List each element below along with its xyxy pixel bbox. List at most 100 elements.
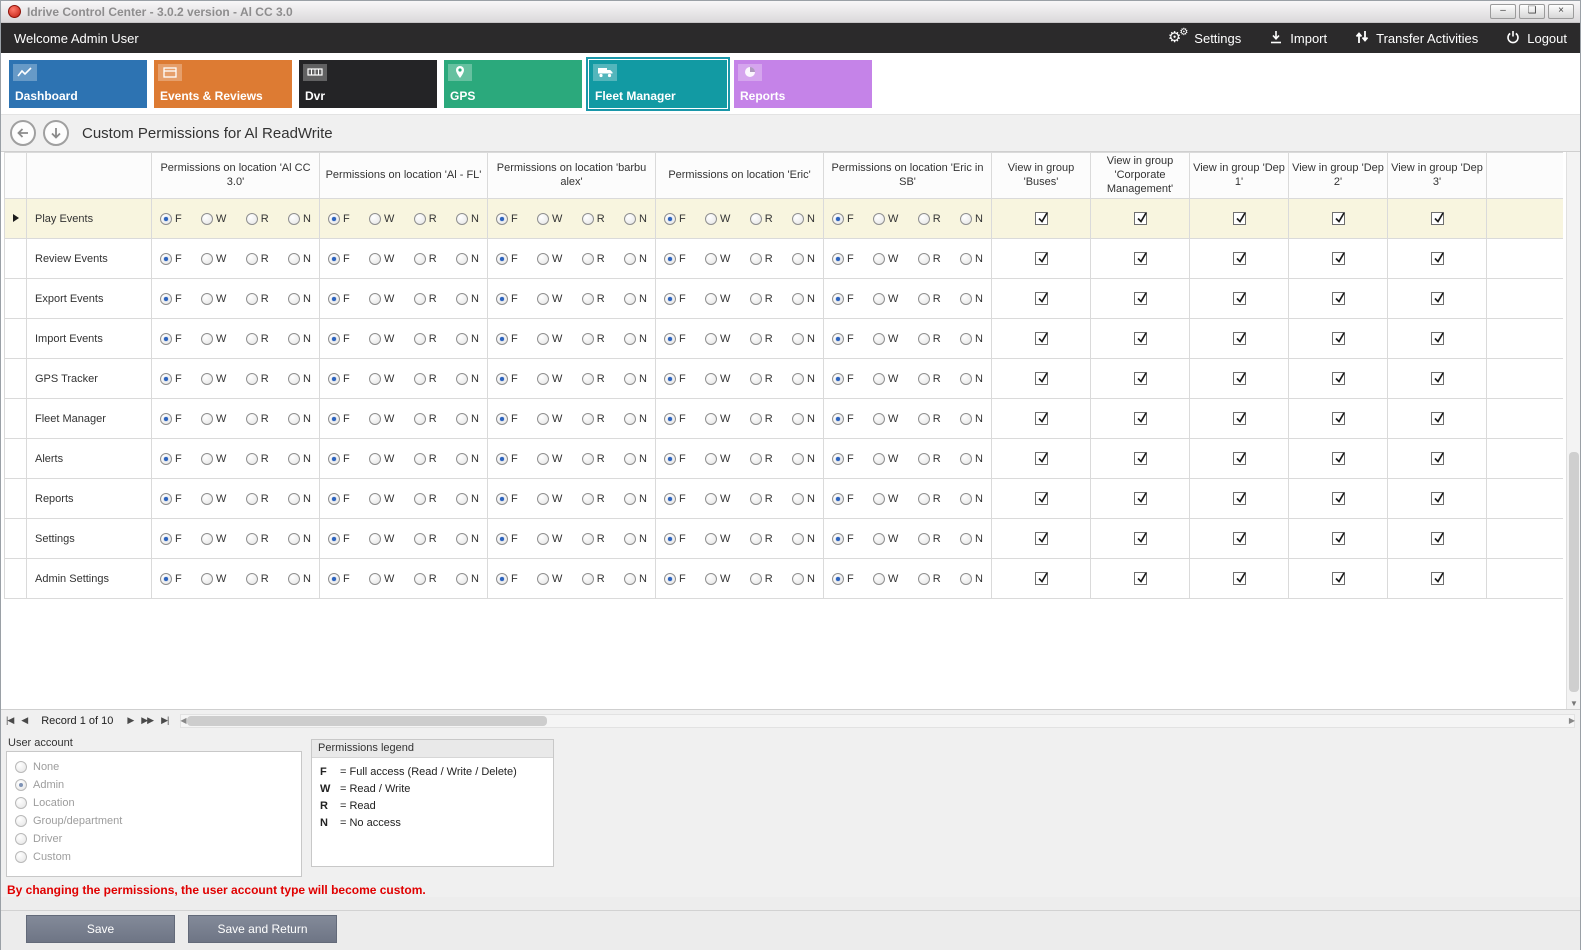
radio-w[interactable]: [873, 213, 885, 225]
radio-r[interactable]: [246, 493, 258, 505]
radio-r[interactable]: [414, 493, 426, 505]
radio-w[interactable]: [537, 533, 549, 545]
permission-option-n[interactable]: N: [624, 533, 647, 545]
radio-w[interactable]: [201, 493, 213, 505]
permission-option-w[interactable]: W: [537, 373, 562, 385]
radio-w[interactable]: [369, 373, 381, 385]
radio-r[interactable]: [750, 333, 762, 345]
permission-option-n[interactable]: N: [792, 253, 815, 265]
permission-option-n[interactable]: N: [456, 373, 479, 385]
radio-n[interactable]: [456, 253, 468, 265]
group-view-checkbox[interactable]: [1233, 332, 1246, 345]
radio-w[interactable]: [201, 533, 213, 545]
permission-option-w[interactable]: W: [705, 453, 730, 465]
permission-option-r[interactable]: R: [750, 533, 773, 545]
permission-option-f[interactable]: F: [832, 413, 854, 425]
permission-option-w[interactable]: W: [705, 333, 730, 345]
radio-n[interactable]: [456, 333, 468, 345]
permission-option-r[interactable]: R: [414, 573, 437, 585]
permission-option-n[interactable]: N: [288, 453, 311, 465]
vertical-scrollbar-thumb[interactable]: [1569, 452, 1579, 692]
vertical-scrollbar[interactable]: ▼: [1566, 152, 1580, 709]
radio-w[interactable]: [705, 573, 717, 585]
column-header-group-3[interactable]: View in group 'Dep 2': [1289, 153, 1388, 199]
group-view-checkbox[interactable]: [1035, 492, 1048, 505]
radio-f[interactable]: [160, 293, 172, 305]
settings-button[interactable]: ⚙⚙ Settings: [1168, 31, 1241, 46]
radio-f[interactable]: [496, 413, 508, 425]
permission-option-f[interactable]: F: [328, 453, 350, 465]
account-type-radio[interactable]: [15, 815, 27, 827]
radio-f[interactable]: [664, 333, 676, 345]
radio-w[interactable]: [369, 253, 381, 265]
permission-option-r[interactable]: R: [246, 333, 269, 345]
permission-option-f[interactable]: F: [328, 573, 350, 585]
permission-option-f[interactable]: F: [328, 533, 350, 545]
permission-option-n[interactable]: N: [792, 573, 815, 585]
table-row[interactable]: Export EventsFWRNFWRNFWRNFWRNFWRN: [5, 279, 1564, 319]
radio-n[interactable]: [456, 533, 468, 545]
down-button[interactable]: [43, 120, 69, 146]
transfer-activities-button[interactable]: Transfer Activities: [1355, 30, 1478, 47]
tab-gps[interactable]: GPS: [444, 60, 582, 108]
group-view-checkbox[interactable]: [1431, 212, 1444, 225]
group-view-checkbox[interactable]: [1035, 412, 1048, 425]
group-view-checkbox[interactable]: [1332, 292, 1345, 305]
radio-r[interactable]: [918, 253, 930, 265]
table-row[interactable]: Fleet ManagerFWRNFWRNFWRNFWRNFWRN: [5, 399, 1564, 439]
radio-n[interactable]: [792, 573, 804, 585]
radio-w[interactable]: [369, 493, 381, 505]
radio-r[interactable]: [582, 333, 594, 345]
permission-option-n[interactable]: N: [792, 373, 815, 385]
permission-option-w[interactable]: W: [537, 413, 562, 425]
save-button[interactable]: Save: [26, 915, 175, 943]
radio-w[interactable]: [873, 413, 885, 425]
permission-option-f[interactable]: F: [160, 573, 182, 585]
permission-option-r[interactable]: R: [414, 533, 437, 545]
group-view-checkbox[interactable]: [1431, 252, 1444, 265]
permission-option-r[interactable]: R: [750, 493, 773, 505]
permission-option-w[interactable]: W: [873, 373, 898, 385]
radio-f[interactable]: [496, 373, 508, 385]
group-view-checkbox[interactable]: [1035, 572, 1048, 585]
permission-option-n[interactable]: N: [624, 213, 647, 225]
group-view-checkbox[interactable]: [1332, 212, 1345, 225]
radio-r[interactable]: [246, 253, 258, 265]
radio-w[interactable]: [537, 573, 549, 585]
radio-w[interactable]: [873, 493, 885, 505]
radio-n[interactable]: [960, 533, 972, 545]
permission-option-f[interactable]: F: [832, 573, 854, 585]
permission-option-r[interactable]: R: [918, 293, 941, 305]
radio-r[interactable]: [750, 453, 762, 465]
radio-f[interactable]: [160, 213, 172, 225]
permission-option-r[interactable]: R: [918, 493, 941, 505]
radio-r[interactable]: [246, 573, 258, 585]
permission-option-r[interactable]: R: [918, 413, 941, 425]
radio-w[interactable]: [201, 333, 213, 345]
radio-n[interactable]: [624, 333, 636, 345]
radio-n[interactable]: [960, 333, 972, 345]
radio-r[interactable]: [582, 213, 594, 225]
radio-f[interactable]: [328, 253, 340, 265]
radio-w[interactable]: [369, 573, 381, 585]
permission-option-n[interactable]: N: [624, 293, 647, 305]
horizontal-scrollbar-thumb[interactable]: [187, 716, 547, 726]
permission-option-f[interactable]: F: [160, 293, 182, 305]
radio-n[interactable]: [288, 373, 300, 385]
radio-n[interactable]: [288, 533, 300, 545]
radio-r[interactable]: [582, 413, 594, 425]
radio-r[interactable]: [414, 333, 426, 345]
permission-option-n[interactable]: N: [288, 213, 311, 225]
radio-f[interactable]: [160, 253, 172, 265]
permission-option-r[interactable]: R: [414, 213, 437, 225]
account-type-option-admin[interactable]: Admin: [15, 776, 293, 794]
radio-f[interactable]: [160, 453, 172, 465]
radio-n[interactable]: [288, 253, 300, 265]
permission-option-f[interactable]: F: [328, 213, 350, 225]
radio-n[interactable]: [792, 413, 804, 425]
permission-option-n[interactable]: N: [456, 493, 479, 505]
radio-n[interactable]: [792, 213, 804, 225]
radio-f[interactable]: [496, 573, 508, 585]
radio-n[interactable]: [960, 493, 972, 505]
radio-w[interactable]: [705, 453, 717, 465]
